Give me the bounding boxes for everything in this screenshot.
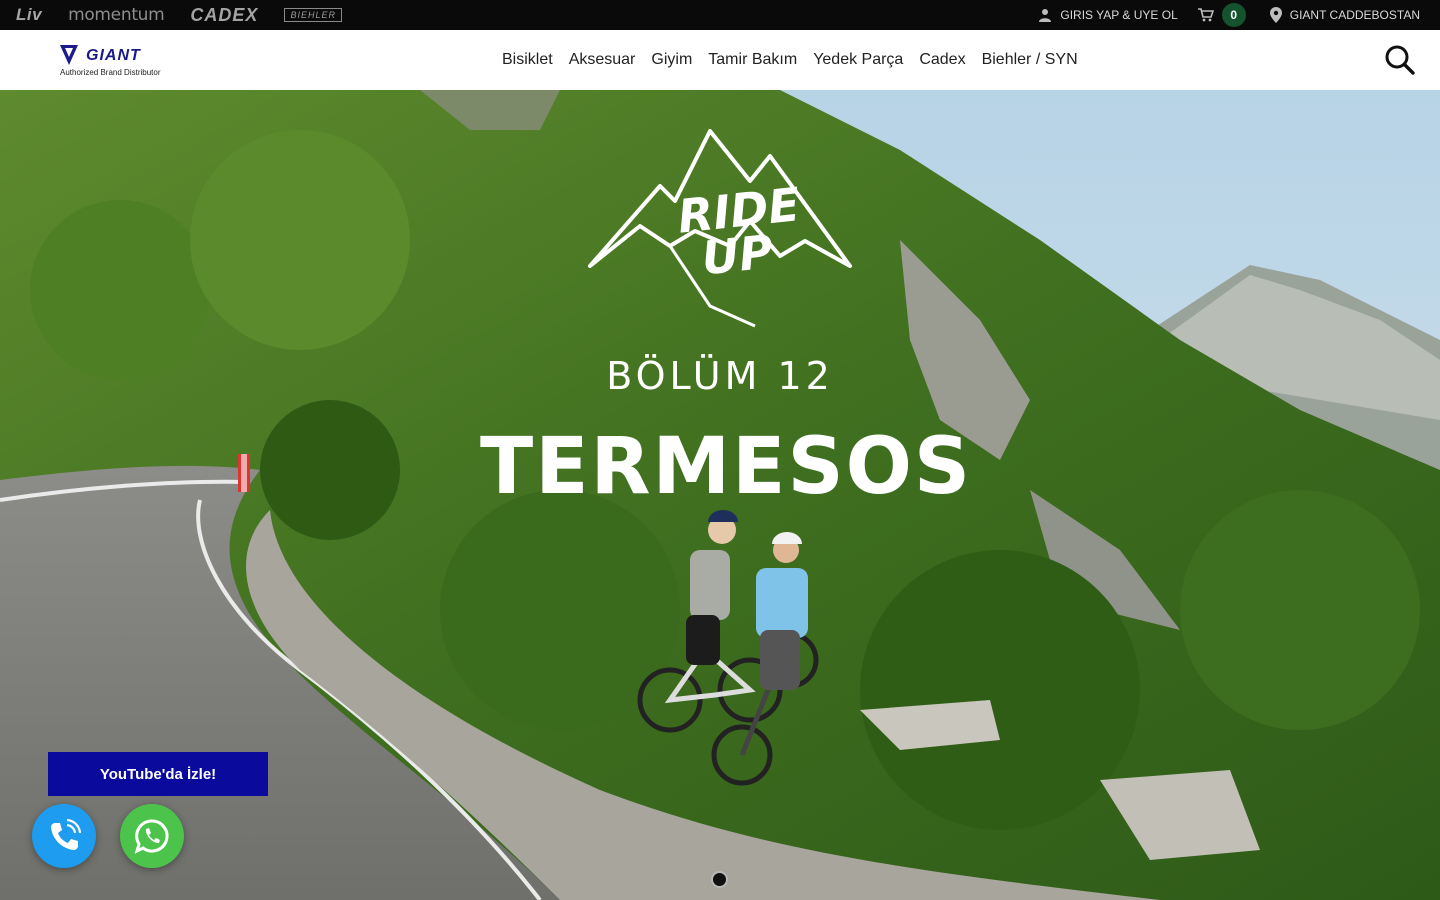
login-link[interactable]: GIRIS YAP & UYE OL [1038,8,1178,22]
slider-dot-active[interactable] [711,871,728,888]
brand-link-biehler[interactable]: BIEHLER [284,8,342,22]
whatsapp-icon [134,819,169,854]
store-link[interactable]: GIANT CADDEBOSTAN [1269,7,1420,23]
login-label: GIRIS YAP & UYE OL [1060,8,1178,22]
search-icon [1385,45,1415,75]
nav-menu: Bisiklet Aksesuar Giyim Tamir Bakım Yede… [502,30,1078,90]
nav-item-bisiklet[interactable]: Bisiklet [502,51,553,69]
top-bar: Liv momentum CADEX BIEHLER GIRIS YAP & U… [0,0,1440,30]
nav-item-aksesuar[interactable]: Aksesuar [569,51,636,69]
logo-subtitle: Authorized Brand Distributor [60,68,161,77]
cart-icon [1197,8,1214,22]
nav-item-cadex[interactable]: Cadex [919,51,965,69]
giant-logo-mark-icon [60,45,78,65]
nav-item-tamir-bakim[interactable]: Tamir Bakım [708,51,797,69]
brand-link-momentum[interactable]: momentum [68,5,165,25]
brand-links: Liv momentum CADEX BIEHLER [16,5,342,26]
giant-logo[interactable]: GIANT Authorized Brand Distributor [60,44,180,78]
phone-icon [51,819,81,850]
call-button[interactable] [32,804,96,868]
location-pin-icon [1269,7,1282,23]
logo-text: GIANT [86,47,141,64]
whatsapp-button[interactable] [120,804,184,868]
main-navigation: GIANT Authorized Brand Distributor Bisik… [0,30,1440,90]
search-button[interactable] [1384,44,1416,76]
cart-count-badge: 0 [1221,3,1246,27]
cart-link[interactable]: 0 [1197,3,1246,27]
account-links: GIRIS YAP & UYE OL 0 GIANT CADDEBOSTAN [1038,3,1420,27]
store-label: GIANT CADDEBOSTAN [1289,8,1420,22]
nav-item-biehler-syn[interactable]: Biehler / SYN [982,51,1078,69]
nav-item-yedek-parca[interactable]: Yedek Parça [813,51,903,69]
user-icon [1039,9,1052,22]
brand-link-liv[interactable]: Liv [16,5,42,25]
brand-link-cadex[interactable]: CADEX [190,5,258,26]
nav-item-giyim[interactable]: Giyim [651,51,692,69]
episode-label: BÖLÜM 12 [606,354,834,398]
ride-up-badge-text: RIDE UP [675,177,802,285]
youtube-watch-button[interactable]: YouTube'da İzle! [48,752,268,796]
hero-title: TERMESOS [480,422,973,512]
